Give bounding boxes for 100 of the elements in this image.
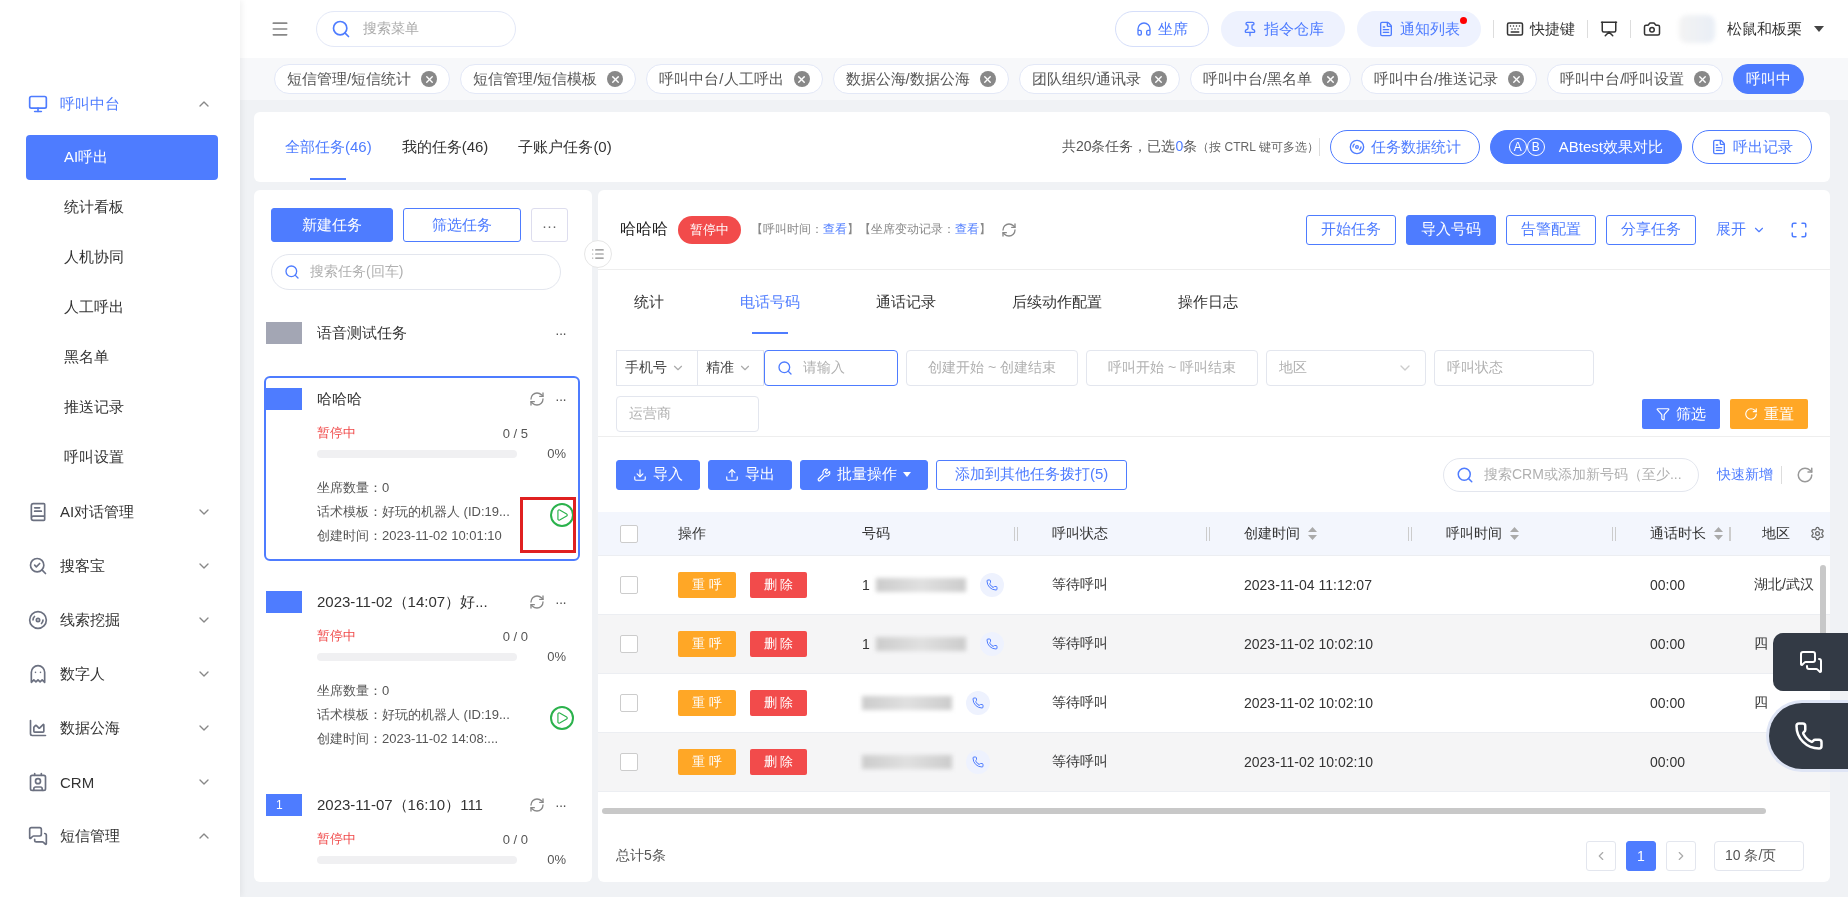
task-item[interactable]: 2023-11-02（14:07）好... ··· 暂停中 0 / 0 0% 坐席数量：0 话术模板：好玩的机器人 (ID:19... 创建时间：2023-11-02 14:08:... — [264, 579, 580, 764]
menu-group[interactable]: 呼叫中台 — [0, 77, 240, 131]
close-icon[interactable] — [421, 71, 438, 87]
menu-group[interactable]: 数据公海 — [0, 701, 240, 755]
task-action-button[interactable]: 开始任务 — [1306, 214, 1396, 245]
phone-button[interactable] — [966, 750, 990, 774]
menu-group[interactable]: 短信管理 — [0, 809, 240, 863]
page-tag[interactable]: 短信管理/短信统计 — [274, 64, 451, 94]
more-icon[interactable]: ··· — [555, 391, 566, 407]
selected-task-card[interactable]: 哈哈哈 ··· 暂停中 0 / 5 0% 坐席数量：0 话术模板：好玩的机器人 (ID:19... 创建时间：2023-11-02 10:01:10 — [264, 376, 580, 561]
delete-button[interactable]: 删 除 — [749, 690, 808, 716]
match-select[interactable]: 精准 — [698, 350, 764, 386]
header-button[interactable]: 坐席 — [1115, 11, 1209, 47]
toolbar-button[interactable]: 呼出记录 — [1692, 130, 1812, 164]
settings-icon[interactable] — [1810, 526, 1825, 541]
row-checkbox[interactable] — [620, 753, 638, 771]
page-tag[interactable]: 呼叫中 — [1733, 64, 1805, 94]
caret-icon[interactable] — [1814, 26, 1824, 32]
call-status-select[interactable]: 呼叫状态 — [1434, 350, 1594, 386]
page-number[interactable]: 1 — [1626, 841, 1656, 871]
close-icon[interactable] — [1694, 71, 1711, 87]
close-icon[interactable] — [979, 71, 996, 87]
carrier-select[interactable]: 运营商 — [616, 396, 759, 432]
row-checkbox[interactable] — [620, 694, 638, 712]
page-tag[interactable]: 呼叫中台/推送记录 — [1361, 64, 1538, 94]
task-item[interactable]: 语音测试任务 ··· — [264, 310, 580, 360]
user-name[interactable]: 松鼠和板栗 — [1727, 19, 1802, 39]
refresh-icon[interactable] — [1001, 221, 1017, 238]
menu-item[interactable]: AI呼出 — [26, 135, 218, 180]
menu-item[interactable]: 统计看板 — [26, 185, 218, 230]
close-icon[interactable] — [793, 71, 810, 87]
delete-button[interactable]: 删 除 — [749, 631, 808, 657]
shortcut-button[interactable]: 快捷键 — [1506, 19, 1575, 39]
refresh-icon[interactable] — [529, 797, 545, 813]
sort-icon[interactable] — [1308, 527, 1317, 540]
task-item[interactable]: 1 2023-11-07（16:10）111 ··· 暂停中 0 / 0 0% — [264, 782, 580, 882]
tab[interactable]: 通话记录 — [858, 270, 954, 334]
more-icon[interactable]: ··· — [555, 797, 566, 813]
row-checkbox[interactable] — [620, 635, 638, 653]
phone-button[interactable] — [979, 632, 1004, 656]
keyword-field[interactable]: 请输入 — [764, 350, 898, 386]
delete-button[interactable]: 删 除 — [749, 749, 808, 775]
menu-group[interactable]: AI对话管理 — [0, 485, 240, 539]
action-button[interactable]: 添加到其他任务拨打(5) — [936, 459, 1128, 490]
page-tag[interactable]: 团队组织/通讯录 — [1018, 64, 1180, 94]
tab[interactable]: 操作日志 — [1160, 270, 1256, 334]
region-select[interactable]: 地区 — [1266, 350, 1426, 386]
phone-button[interactable] — [966, 691, 990, 715]
page-tag[interactable]: 短信管理/短信模板 — [460, 64, 637, 94]
call-date-range[interactable]: 呼叫开始 ~ 呼叫结束 — [1086, 350, 1258, 386]
quick-add-link[interactable]: 快速新增 — [1717, 465, 1773, 484]
more-icon[interactable]: ··· — [555, 594, 566, 610]
task-action-button[interactable]: 分享任务 — [1606, 214, 1696, 245]
close-icon[interactable] — [607, 71, 624, 87]
menu-item[interactable]: 人机协同 — [26, 235, 218, 280]
select-all-checkbox[interactable] — [620, 524, 638, 543]
camera-icon[interactable] — [1643, 20, 1661, 38]
menu-group[interactable]: 数字人 — [0, 647, 240, 701]
play-icon[interactable] — [550, 706, 574, 730]
screen-icon[interactable] — [1600, 20, 1618, 38]
filter-button[interactable]: 筛选 — [1642, 399, 1720, 429]
menu-item[interactable]: 呼叫设置 — [26, 435, 218, 480]
tab[interactable]: 全部任务(46) — [270, 112, 387, 182]
toolbar-button[interactable]: A B ABtest效果对比 — [1489, 130, 1682, 164]
phone-button[interactable] — [979, 573, 1004, 597]
tab[interactable]: 子账户任务(0) — [503, 112, 627, 182]
menu-group[interactable]: 线索挖掘 — [0, 593, 240, 647]
expand-link[interactable]: 展开 — [1716, 220, 1766, 239]
tab[interactable]: 统计 — [616, 270, 682, 334]
menu-group[interactable]: CRM — [0, 755, 240, 809]
phone-type-select[interactable]: 手机号 — [616, 350, 698, 386]
tab[interactable]: 后续动作配置 — [994, 270, 1120, 334]
tab[interactable]: 电话号码 — [722, 270, 818, 334]
row-checkbox[interactable] — [620, 576, 638, 594]
page-tag[interactable]: 呼叫中台/黑名单 — [1189, 64, 1352, 94]
play-icon[interactable] — [550, 503, 574, 527]
service-float-button[interactable] — [1766, 700, 1848, 772]
toolbar-button[interactable]: 任务数据统计 — [1329, 130, 1480, 164]
menu-group[interactable]: 搜客宝 — [0, 539, 240, 593]
refresh-icon[interactable] — [1796, 465, 1814, 484]
refresh-icon[interactable] — [529, 391, 545, 407]
page-tag[interactable]: 数据公海/数据公海 — [832, 64, 1009, 94]
header-button[interactable]: 指令仓库 — [1221, 11, 1345, 47]
chat-float-button[interactable] — [1773, 633, 1848, 691]
sort-icon[interactable] — [1714, 527, 1723, 540]
sort-icon[interactable] — [1510, 527, 1519, 540]
action-button[interactable]: 导出 — [708, 459, 792, 490]
delete-button[interactable]: 删 除 — [749, 572, 808, 598]
more-button[interactable]: ··· — [531, 208, 568, 242]
header-button[interactable]: 通知列表 — [1357, 11, 1481, 47]
menu-item[interactable]: 人工呼出 — [26, 285, 218, 330]
menu-item[interactable]: 黑名单 — [26, 335, 218, 380]
more-icon[interactable]: ··· — [555, 325, 566, 341]
task-action-button[interactable]: 导入号码 — [1406, 214, 1496, 245]
action-button[interactable]: 导入 — [616, 459, 700, 490]
new-task-button[interactable]: 新建任务 — [271, 208, 393, 242]
menu-item[interactable]: 推送记录 — [26, 385, 218, 430]
task-action-button[interactable]: 告警配置 — [1506, 214, 1596, 245]
page-tag[interactable]: 呼叫中台/人工呼出 — [646, 64, 823, 94]
created-date-range[interactable]: 创建开始 ~ 创建结束 — [906, 350, 1078, 386]
